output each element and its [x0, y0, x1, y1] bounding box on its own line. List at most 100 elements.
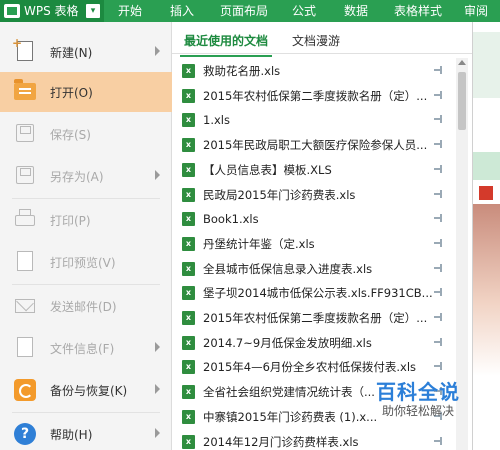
chevron-right-icon — [155, 170, 160, 180]
pin-icon[interactable] — [434, 288, 444, 296]
menu-item-label: 发送邮件(D) — [50, 299, 117, 314]
pin-icon[interactable] — [434, 66, 444, 74]
excel-file-icon: x — [182, 335, 195, 350]
file-name: 民政局2015年门诊药费表.xls — [203, 187, 356, 202]
recent-file-item[interactable]: x 2014.7~9月低保金发放明细.xls — [178, 330, 458, 355]
menu-item-send-mail[interactable]: 发送邮件(D) — [0, 286, 172, 326]
backup-icon — [12, 377, 38, 403]
divider — [12, 284, 160, 285]
recent-file-item[interactable]: x 2014年12月门诊药费样表.xls — [178, 429, 458, 450]
pin-icon[interactable] — [434, 214, 444, 222]
recent-file-item[interactable]: x 2015年农村低保第二季度拨款名册（定）... — [178, 83, 458, 108]
pin-icon[interactable] — [434, 437, 444, 445]
spreadsheet-background — [472, 22, 500, 450]
save-icon — [12, 121, 38, 147]
ribbon-tab-bar: WPS 表格 ▾ 开始 插入 页面布局 公式 数据 表格样式 审阅 — [0, 0, 500, 22]
pin-icon[interactable] — [434, 362, 444, 370]
menu-item-save[interactable]: 保存(S) — [0, 114, 172, 154]
pin-icon[interactable] — [434, 190, 444, 198]
excel-file-icon: x — [182, 359, 195, 374]
recent-file-item[interactable]: x 2015年农村低保第二季度拨款名册（定）... — [178, 305, 458, 330]
help-icon: ? — [12, 421, 38, 447]
tab-review[interactable]: 审阅 — [464, 0, 488, 22]
file-name: 2015年民政局职工大额医疗保险参保人员... — [203, 137, 428, 152]
menu-item-label: 文件信息(F) — [50, 341, 115, 356]
menu-item-label: 另存为(A) — [50, 169, 104, 184]
file-name: Book1.xls — [203, 211, 259, 226]
file-name: 全县城市低保信息录入进度表.xls — [203, 261, 373, 276]
tab-recent-documents[interactable]: 最近使用的文档 — [179, 32, 273, 57]
open-folder-icon — [12, 79, 38, 105]
divider — [12, 412, 160, 413]
file-name: 2015年农村低保第二季度拨款名册（定）... — [203, 310, 428, 325]
pin-icon[interactable] — [434, 140, 444, 148]
excel-file-icon: x — [182, 211, 195, 226]
recent-file-item[interactable]: x 2015年民政局职工大额医疗保险参保人员... — [178, 132, 458, 157]
mail-icon — [12, 293, 38, 319]
file-name: 2015年4—6月份全乡农村低保拨付表.xls — [203, 359, 417, 374]
file-name: 丹堡统计年鉴（定.xls — [203, 236, 315, 251]
recent-file-item[interactable]: x 全县城市低保信息录入进度表.xls — [178, 256, 458, 281]
recent-file-item[interactable]: x Book1.xls — [178, 206, 458, 231]
panel-tabs: 最近使用的文档 文档漫游 — [172, 26, 472, 57]
menu-item-new[interactable]: + 新建(N) — [0, 32, 172, 72]
excel-file-icon: x — [182, 137, 195, 152]
tab-home[interactable]: 开始 — [118, 0, 142, 22]
scroll-up-icon[interactable] — [458, 60, 466, 65]
pin-icon[interactable] — [434, 165, 444, 173]
tab-data[interactable]: 数据 — [344, 0, 368, 22]
pin-icon[interactable] — [434, 239, 444, 247]
file-name: 2014年12月门诊药费样表.xls — [203, 434, 359, 449]
app-title: WPS 表格 — [24, 4, 79, 18]
excel-file-icon: x — [182, 285, 195, 300]
menu-item-label: 打开(O) — [50, 85, 93, 100]
menu-item-backup-restore[interactable]: 备份与恢复(K) — [0, 370, 172, 410]
chevron-right-icon — [155, 342, 160, 352]
file-name: 1.xls — [203, 112, 230, 127]
recent-file-item[interactable]: x 丹堡统计年鉴（定.xls — [178, 231, 458, 256]
menu-item-label: 新建(N) — [50, 45, 93, 60]
menu-item-label: 打印(P) — [50, 213, 91, 228]
menu-item-print-preview[interactable]: 打印预览(V) — [0, 242, 172, 282]
recent-file-item[interactable]: x 堡子坝2014城市低保公示表.xls.FF931CB... — [178, 280, 458, 305]
tab-table-style[interactable]: 表格样式 — [394, 0, 442, 22]
menu-item-file-info[interactable]: 文件信息(F) — [0, 328, 172, 368]
menu-item-label: 保存(S) — [50, 127, 91, 142]
menu-item-label: 备份与恢复(K) — [50, 383, 128, 398]
menu-item-print[interactable]: 打印(P) — [0, 200, 172, 240]
menu-item-help[interactable]: ? 帮助(H) — [0, 414, 172, 450]
menu-item-save-as[interactable]: 另存为(A) — [0, 156, 172, 196]
chevron-right-icon — [155, 384, 160, 394]
scrollbar-thumb[interactable] — [458, 72, 466, 130]
pin-icon[interactable] — [434, 338, 444, 346]
excel-file-icon: x — [182, 187, 195, 202]
tab-document-roaming[interactable]: 文档漫游 — [292, 32, 340, 49]
recent-file-item[interactable]: x 救助花名册.xls — [178, 58, 458, 83]
tab-page-layout[interactable]: 页面布局 — [220, 0, 268, 22]
background-cell-region — [473, 32, 500, 98]
recent-file-item[interactable]: x 民政局2015年门诊药费表.xls — [178, 182, 458, 207]
excel-file-icon: x — [182, 409, 195, 424]
tab-formulas[interactable]: 公式 — [292, 0, 316, 22]
save-as-icon — [12, 163, 38, 189]
wps-logo-icon — [4, 4, 20, 18]
excel-file-icon: x — [182, 63, 195, 78]
menu-item-open[interactable]: 打开(O) — [0, 72, 172, 112]
pin-icon[interactable] — [434, 313, 444, 321]
pin-icon[interactable] — [434, 91, 444, 99]
file-name: 救助花名册.xls — [203, 63, 281, 78]
file-name: 堡子坝2014城市低保公示表.xls.FF931CB... — [203, 285, 433, 300]
recent-file-item[interactable]: x 1.xls — [178, 107, 458, 132]
print-preview-icon — [12, 249, 38, 275]
chevron-right-icon — [155, 46, 160, 56]
recent-file-item[interactable]: x 【人员信息表】模板.XLS — [178, 157, 458, 182]
pin-icon[interactable] — [434, 115, 444, 123]
tab-insert[interactable]: 插入 — [170, 0, 194, 22]
backstage-menu: + 新建(N) 打开(O) 保存(S) 另存为(A) 打印(P) 打印预览(V)… — [0, 22, 172, 450]
menu-item-label: 打印预览(V) — [50, 255, 116, 270]
excel-file-icon: x — [182, 236, 195, 251]
file-info-icon — [12, 335, 38, 361]
excel-file-icon: x — [182, 434, 195, 449]
pin-icon[interactable] — [434, 264, 444, 272]
app-menu-button[interactable]: WPS 表格 ▾ — [0, 0, 104, 22]
